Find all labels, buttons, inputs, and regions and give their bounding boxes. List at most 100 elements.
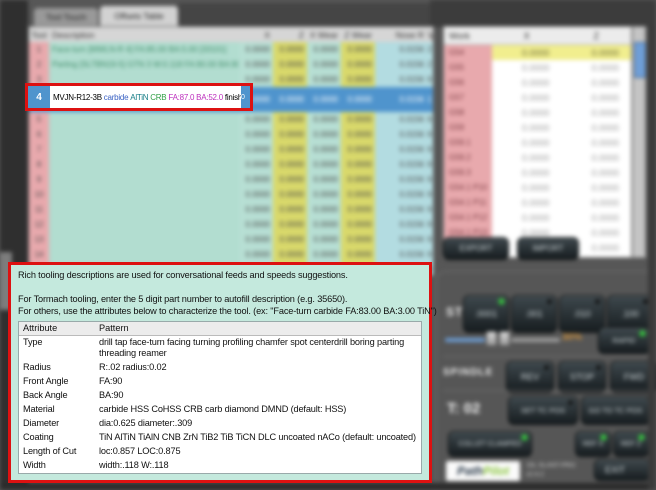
tip-cell[interactable]: 9 — [427, 172, 433, 187]
step-size-button[interactable]: .0001 — [463, 295, 509, 333]
work-offset-row[interactable]: G54.1 P110.00000.0000 — [444, 195, 631, 210]
nose-r-cell[interactable]: 0.0156 — [375, 112, 427, 127]
tip-cell[interactable]: 9 — [427, 247, 433, 262]
x-wear-cell[interactable]: 0.0000 — [307, 87, 341, 112]
work-x-cell[interactable]: 0.0000 — [492, 90, 562, 105]
x-wear-cell[interactable]: 0.0000 — [307, 112, 341, 127]
work-offset-row[interactable]: G59.30.00000.0000 — [444, 165, 631, 180]
x-wear-cell[interactable]: 0.0000 — [307, 172, 341, 187]
tool-table-row[interactable]: 110.00000.00000.00000.00000.01569 — [29, 202, 433, 217]
tool-description-cell[interactable] — [49, 217, 239, 232]
x-wear-cell[interactable]: 0.0000 — [307, 187, 341, 202]
z-offset-cell[interactable]: 0.0000 — [273, 172, 307, 187]
work-z-cell[interactable]: 0.0000 — [561, 90, 631, 105]
z-wear-cell[interactable]: 0.0000 — [341, 142, 375, 157]
tool-table-row[interactable]: 70.00000.00000.00000.00000.01569 — [29, 142, 433, 157]
z-offset-cell[interactable]: 0.0000 — [273, 127, 307, 142]
tip-cell[interactable]: 9 — [427, 127, 433, 142]
tip-cell[interactable]: 9 — [427, 187, 433, 202]
x-offset-cell[interactable]: 0.0000 — [239, 232, 273, 247]
ref-z-button[interactable]: REF Z — [613, 431, 649, 457]
x-offset-cell[interactable]: 0.0000 — [239, 172, 273, 187]
z-wear-cell[interactable]: 0.0000 — [341, 187, 375, 202]
nose-r-cell[interactable]: 0.0156 — [375, 142, 427, 157]
tool-number-cell[interactable]: 12 — [29, 217, 49, 232]
z-offset-cell[interactable]: 0.0000 — [273, 202, 307, 217]
nose-r-cell[interactable]: 0.0156 — [375, 172, 427, 187]
x-wear-cell[interactable]: 0.0000 — [307, 42, 341, 57]
z-offset-cell[interactable]: 0.0000 — [273, 157, 307, 172]
tool-number-cell[interactable]: 9 — [29, 172, 49, 187]
x-wear-cell[interactable]: 0.0000 — [307, 232, 341, 247]
work-x-cell[interactable]: 0.0000 — [492, 105, 562, 120]
tool-number-cell[interactable]: 10 — [29, 187, 49, 202]
step-size-button[interactable]: .010 — [559, 295, 605, 333]
tool-number-cell[interactable]: 1 — [29, 42, 49, 57]
tool-description-cell[interactable] — [49, 142, 239, 157]
tool-table-row[interactable]: 140.00000.00000.00000.00000.01569 — [29, 247, 433, 262]
z-offset-cell[interactable]: 0.0000 — [273, 247, 307, 262]
work-offset-row[interactable]: G550.00000.0000 — [444, 60, 631, 75]
work-table-scrollbar-thumb[interactable] — [634, 42, 646, 78]
goto-tc-pos-button[interactable]: GO TO TC POS — [581, 396, 650, 425]
work-offset-row[interactable]: G54.1 P120.00000.0000 — [444, 210, 631, 225]
work-z-cell[interactable]: 0.0000 — [561, 135, 631, 150]
tool-table-row[interactable]: 50.00000.00000.00000.00000.01569 — [29, 112, 433, 127]
x-offset-cell[interactable]: 0.0000 — [239, 157, 273, 172]
x-offset-cell[interactable]: 0.0000 — [239, 217, 273, 232]
nose-r-cell[interactable]: 0.0156 — [375, 232, 427, 247]
z-wear-cell[interactable]: 0.0000 — [341, 217, 375, 232]
nose-r-cell[interactable]: 0.0156 — [375, 127, 427, 142]
spindle-rev-button[interactable]: REV — [506, 361, 554, 393]
work-z-cell[interactable]: 0.0000 — [561, 45, 631, 60]
work-x-cell[interactable]: 0.0000 — [492, 135, 562, 150]
tool-description-cell[interactable] — [49, 247, 239, 262]
x-wear-cell[interactable]: 0.0000 — [307, 127, 341, 142]
tool-number-cell[interactable]: 13 — [29, 232, 49, 247]
tab-tool-touch[interactable]: Tool Touch — [34, 8, 98, 26]
z-offset-cell[interactable]: 0.0000 — [273, 232, 307, 247]
tool-table-row[interactable]: 120.00000.00000.00000.00000.01569 — [29, 217, 433, 232]
tip-cell[interactable]: 9 — [427, 232, 433, 247]
x-wear-cell[interactable]: 0.0000 — [307, 72, 341, 87]
work-z-cell[interactable]: 0.0000 — [561, 180, 631, 195]
tip-cell[interactable]: 9 — [427, 72, 433, 87]
tool-table-row[interactable]: 80.00000.00000.00000.00000.01569 — [29, 157, 433, 172]
z-wear-cell[interactable]: 0.0000 — [341, 202, 375, 217]
tip-cell[interactable]: 1 — [427, 87, 433, 112]
x-wear-cell[interactable]: 0.0000 — [307, 217, 341, 232]
tool-description-cell[interactable] — [49, 172, 239, 187]
tip-cell[interactable]: 2 — [427, 57, 433, 72]
work-x-cell[interactable]: 0.0000 — [492, 195, 562, 210]
work-z-cell[interactable]: 0.0000 — [561, 75, 631, 90]
z-wear-cell[interactable]: 0.0000 — [341, 57, 375, 72]
nose-r-cell[interactable]: 0.0156 — [375, 202, 427, 217]
tool-number-cell[interactable]: 4 — [28, 86, 50, 108]
tool-description-field[interactable]: MVJN-R12-3B carbide AlTiN CRB FA:87.0 BA… — [50, 86, 241, 108]
tool-table-row[interactable]: 130.00000.00000.00000.00000.01569 — [29, 232, 433, 247]
z-wear-cell[interactable]: 0.0000 — [341, 42, 375, 57]
tool-description-cell[interactable] — [49, 202, 239, 217]
tool-table-row[interactable]: 2Parting [SLTBN19-5] GTN 3 W:0.118 FA:90… — [29, 57, 433, 72]
work-z-cell[interactable]: 0.0000 — [561, 195, 631, 210]
tool-description-cell[interactable]: Face-turn [MWLN-R 4] FA:85.00 BA:5.00 [3… — [49, 42, 239, 57]
work-offset-row[interactable]: G570.00000.0000 — [444, 90, 631, 105]
work-x-cell[interactable]: 0.0000 — [492, 45, 562, 60]
tip-cell[interactable]: 9 — [427, 217, 433, 232]
x-offset-cell[interactable]: 0.0000 — [239, 142, 273, 157]
spindle-stop-button[interactable]: STOP — [558, 361, 606, 393]
tool-description-cell[interactable] — [49, 187, 239, 202]
z-offset-cell[interactable]: 0.0000 — [273, 187, 307, 202]
nose-r-cell[interactable]: 0.0156 — [375, 247, 427, 262]
work-offset-row[interactable]: G560.00000.0000 — [444, 75, 631, 90]
x-offset-cell[interactable]: 0.0000 — [239, 202, 273, 217]
work-z-cell[interactable]: 0.0000 — [561, 150, 631, 165]
nose-r-cell[interactable]: 0.0156 — [375, 72, 427, 87]
x-offset-cell[interactable]: 0.0000 — [239, 57, 273, 72]
rapid-button[interactable]: RAPID — [598, 327, 650, 354]
z-wear-cell[interactable]: 0.0000 — [341, 72, 375, 87]
z-wear-cell[interactable]: 0.0000 — [341, 87, 375, 112]
work-z-cell[interactable]: 0.0000 — [561, 165, 631, 180]
tip-cell[interactable]: 9 — [427, 202, 433, 217]
z-offset-cell[interactable]: 0.0000 — [273, 142, 307, 157]
